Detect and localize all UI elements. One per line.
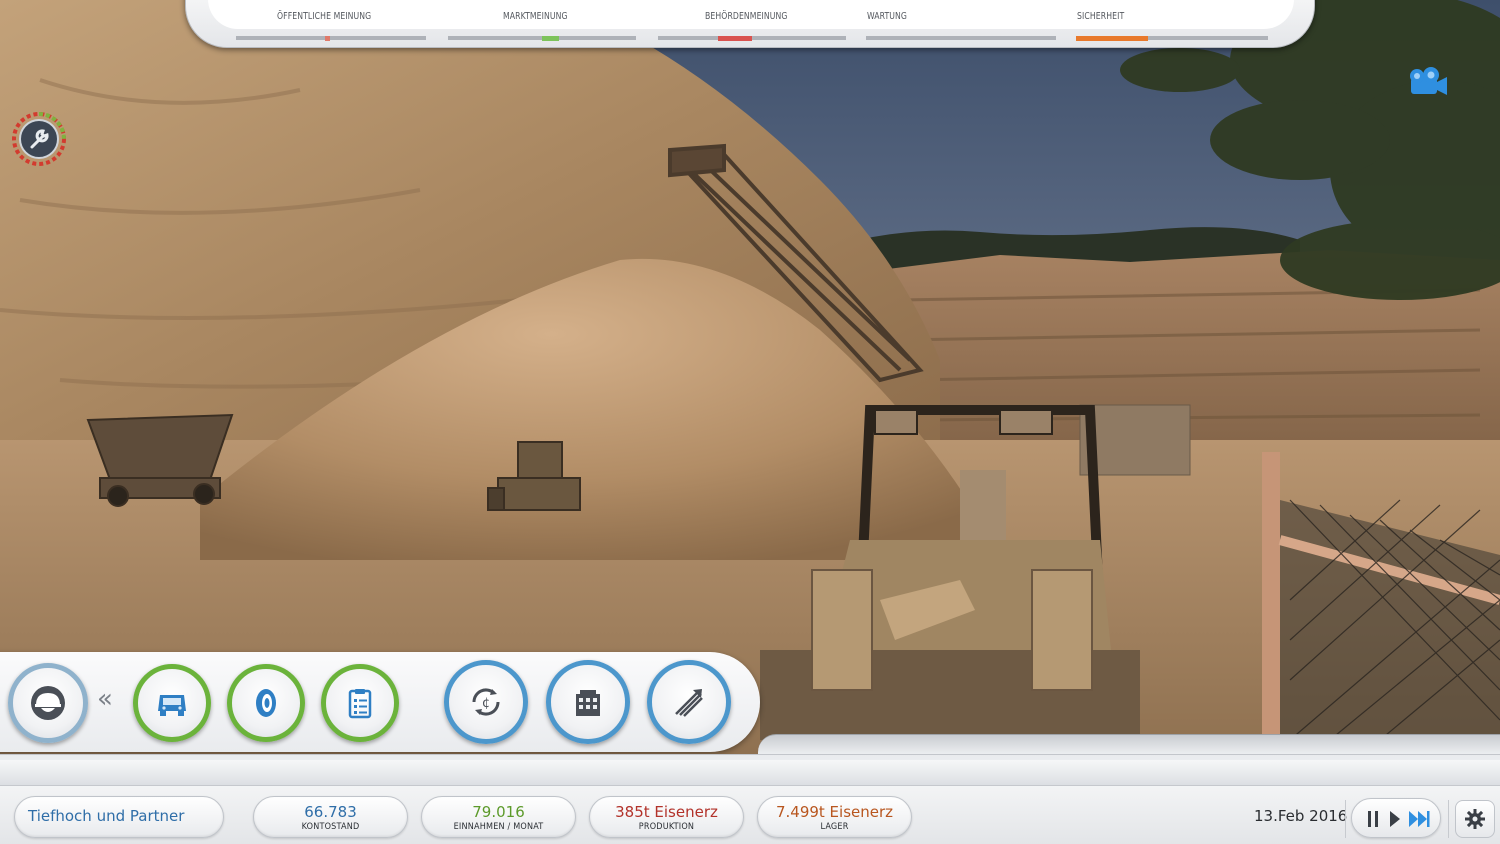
- currency-cycle-icon: ¢: [472, 688, 500, 716]
- meter-label-maintenance: WARTUNG: [867, 11, 908, 22]
- production-pill[interactable]: 385t Eisenerz PRODUKTION: [589, 796, 744, 838]
- rating-meter-bar: ÖFFENTLICHE MEINUNG MARKTMEINUNG BEHÖRDE…: [185, 0, 1315, 48]
- growth-arrows-icon: [675, 689, 703, 717]
- helmet-icon: [31, 686, 65, 720]
- meter-maintenance: [866, 36, 1056, 40]
- vehicles-button[interactable]: [133, 664, 211, 742]
- meter-marker-public-opinion: [325, 36, 330, 41]
- personnel-button[interactable]: [8, 663, 88, 743]
- meter-authority-opinion: [658, 36, 846, 40]
- clipboard-icon: [348, 689, 372, 719]
- wrench-icon: [12, 112, 66, 166]
- meter-label-market-opinion: MARKTMEINUNG: [503, 11, 568, 22]
- camera-icon: [1410, 67, 1447, 95]
- finance-button[interactable]: ¢: [444, 660, 528, 744]
- income-label: EINNAHMEN / MONAT: [453, 822, 544, 832]
- meter-public-opinion: [236, 36, 426, 40]
- storage-pill[interactable]: 7.499t Eisenerz LAGER: [757, 796, 912, 838]
- balance-pill[interactable]: 66.783 KONTOSTAND: [253, 796, 408, 838]
- gear-icon: [1465, 809, 1485, 829]
- meter-marker-authority-opinion: [718, 36, 752, 41]
- meter-label-authority-opinion: BEHÖRDENMEINUNG: [705, 11, 788, 22]
- game-date: 13.Feb 2016: [1254, 807, 1348, 825]
- meter-label-public-opinion: ÖFFENTLICHE MEINUNG: [277, 11, 372, 22]
- income-pill[interactable]: 79.016 EINNAHMEN / MONAT: [421, 796, 576, 838]
- meter-marker-market-opinion: [542, 36, 559, 41]
- company-name-pill[interactable]: Tiefhoch und Partner: [14, 796, 224, 838]
- production-label: PRODUKTION: [638, 822, 695, 832]
- storage-label: LAGER: [820, 822, 849, 832]
- equipment-button[interactable]: [227, 664, 305, 742]
- pause-icon[interactable]: [1366, 808, 1380, 830]
- camera-view-button[interactable]: [1405, 64, 1449, 100]
- game-speed-controls: [1351, 798, 1441, 838]
- divider: [1448, 800, 1449, 838]
- play-icon[interactable]: [1388, 808, 1402, 830]
- tire-icon: [256, 689, 276, 717]
- statistics-button[interactable]: [647, 660, 731, 744]
- collapse-panel-button[interactable]: «: [97, 684, 113, 714]
- meter-label-safety: SICHERHEIT: [1077, 11, 1125, 22]
- fast-forward-icon[interactable]: [1408, 808, 1430, 830]
- storage-value: 7.499t Eisenerz: [775, 803, 894, 821]
- settings-button[interactable]: [1455, 800, 1495, 838]
- svg-text:¢: ¢: [482, 696, 490, 711]
- buildings-button[interactable]: [546, 660, 630, 744]
- balance-label: KONTOSTAND: [301, 822, 360, 832]
- viewport-frame: [758, 734, 1500, 754]
- game-viewport[interactable]: [0, 0, 1500, 760]
- truck-icon: [158, 695, 186, 716]
- meter-marker-safety: [1076, 36, 1148, 41]
- contracts-button[interactable]: [321, 664, 399, 742]
- status-strip: [0, 760, 1500, 786]
- income-value: 79.016: [472, 803, 525, 821]
- production-value: 385t Eisenerz: [615, 803, 718, 821]
- building-icon: [576, 690, 600, 716]
- company-name: Tiefhoch und Partner: [28, 807, 185, 825]
- balance-value: 66.783: [304, 803, 357, 821]
- quarry-scene: [0, 0, 1500, 760]
- divider: [1345, 800, 1346, 838]
- maintenance-indicator[interactable]: [10, 110, 68, 168]
